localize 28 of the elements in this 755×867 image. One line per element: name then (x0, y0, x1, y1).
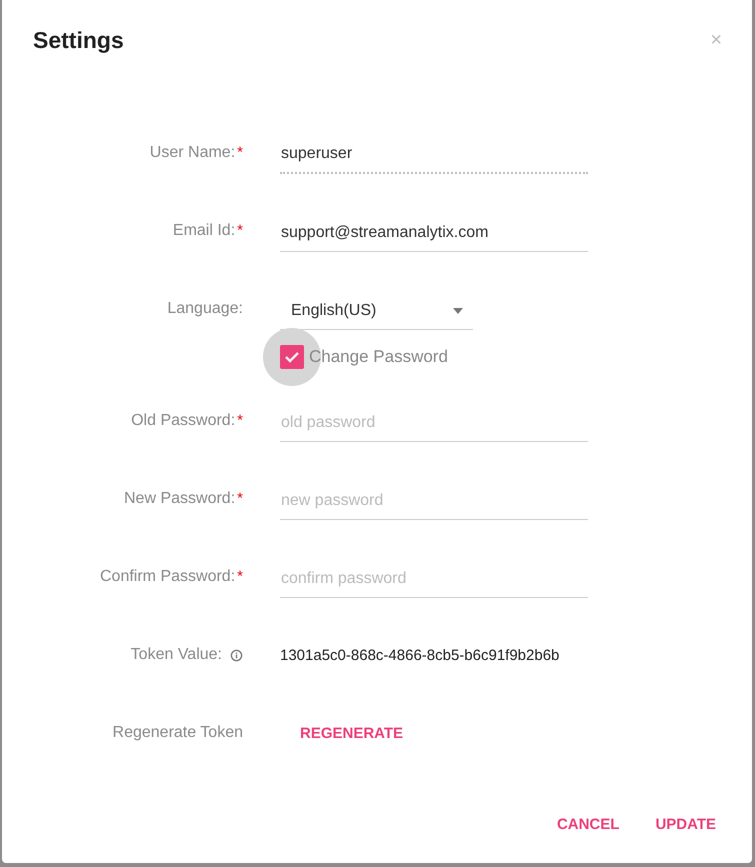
caret-icon[interactable] (453, 308, 463, 314)
field-label: User Name: (150, 144, 236, 162)
check-icon (284, 351, 300, 363)
text-field[interactable]: old password (280, 414, 588, 442)
field-label: Old Password: (131, 412, 236, 430)
info-icon[interactable] (230, 648, 243, 662)
token-value: 1301a5c0-868c-4866-8cb5-b6c91f9b2b6b (280, 647, 560, 666)
text-field[interactable]: new password (280, 492, 588, 520)
field-label: Email Id: (172, 222, 236, 240)
dialog-title: Settings (33, 26, 124, 54)
text-field[interactable]: confirm password (280, 570, 588, 598)
required-mark: * (237, 144, 243, 161)
field-label: Confirm Password: (100, 568, 236, 586)
field-label: Token Value: (130, 646, 222, 664)
checkbox[interactable] (280, 345, 304, 369)
required-mark: * (237, 222, 243, 239)
regenerate-button[interactable]: REGENERATE (280, 725, 404, 754)
required-mark: * (237, 412, 243, 429)
dialog-button[interactable]: CANCEL (548, 816, 628, 833)
close-button[interactable]: × (710, 28, 722, 52)
field-label: Language: (167, 300, 243, 318)
dialog-button[interactable]: UPDATE (647, 816, 724, 833)
required-mark: * (237, 490, 243, 507)
text-field[interactable]: support@streamanalytix.com (280, 224, 588, 252)
field-label: New Password: (124, 490, 236, 508)
field-label: Regenerate Token (112, 724, 243, 742)
required-mark: * (237, 568, 243, 585)
checkbox-label: Change Password (309, 347, 448, 367)
